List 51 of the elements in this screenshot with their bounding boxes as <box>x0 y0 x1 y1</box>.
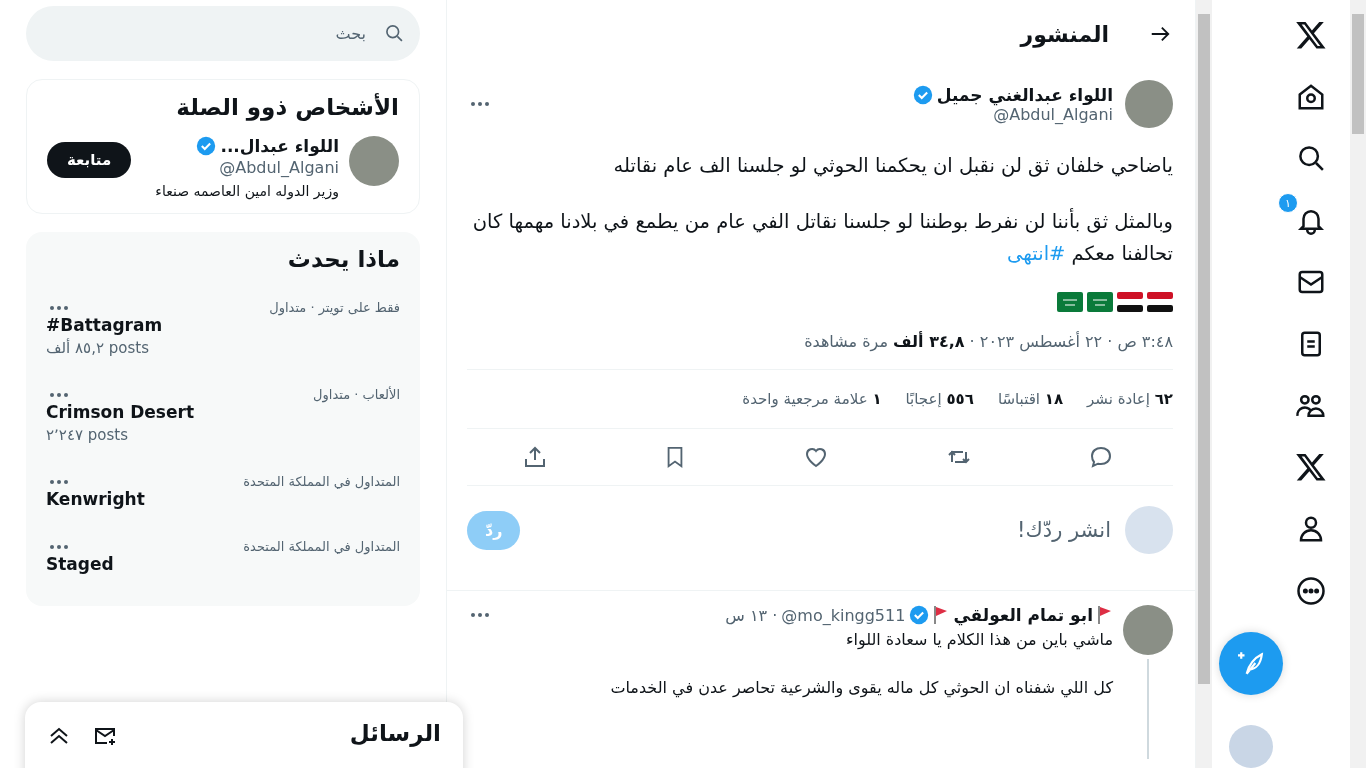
search-icon <box>384 23 404 43</box>
reply-text: كل اللي شفناه ان الحوثي كل ماله يقوى والشرعية تحاصر عدن في الخدمات <box>609 677 1113 700</box>
author-handle[interactable]: @mo_kingg511 <box>781 605 906 625</box>
flag-icon <box>1117 292 1143 312</box>
flag-icon <box>1057 292 1083 312</box>
engagement-stat[interactable]: ٦٢ إعادة نشر <box>1087 390 1173 408</box>
compose-button[interactable] <box>1219 631 1283 695</box>
post-time[interactable]: · ١٣ س <box>725 605 778 625</box>
section-title: الأشخاص ذوو الصلة <box>175 94 399 120</box>
trend-name[interactable]: #Battagram <box>46 315 163 335</box>
share-icon[interactable] <box>523 445 547 469</box>
trend-context: المتداول في المملكة المتحدة <box>243 539 400 554</box>
trend-name[interactable]: Staged <box>46 554 114 574</box>
scrollbar[interactable] <box>1196 0 1212 768</box>
avatar[interactable] <box>349 136 399 186</box>
trend-name[interactable]: Kenwright <box>46 489 145 509</box>
post-text: وبالمثل ثق بأننا لن نفرط بوطننا لو جلسنا نقاتل الفي عام من يطمع في بلادنا مهمها كان تحالفنا معكم #انتهى <box>471 207 1173 267</box>
reply-text: ماشي باين من هذا الكلام يا سعادة اللواء <box>844 629 1113 652</box>
feather-plus-icon <box>1238 650 1264 677</box>
heart-icon[interactable] <box>803 445 829 469</box>
avatar[interactable] <box>1123 605 1173 655</box>
trend-post-count: ٢٬٢٤٧ posts <box>46 426 128 444</box>
section-title: ماذا يحدث <box>286 246 400 272</box>
engagement-stat[interactable]: ١ علامة مرجعية واحدة <box>742 390 882 408</box>
page-title: المنشور <box>1020 21 1109 47</box>
follow-button[interactable]: متابعة <box>47 142 132 178</box>
trend-context: المتداول في المملكة المتحدة <box>243 474 400 489</box>
more-icon[interactable] <box>1296 576 1326 607</box>
scrollbar[interactable] <box>1350 0 1366 768</box>
reply-icon[interactable] <box>1089 445 1113 469</box>
post-text: ياضاحي خلفان ثق لن نقبل ان يحكمنا الحوثي لو جلسنا الف عام نقاتله <box>612 153 1173 179</box>
trend-context: الألعاب · متداول <box>313 387 400 402</box>
author-name[interactable]: اللواء عبدالغني جميل <box>936 84 1113 105</box>
trend-name[interactable]: Crimson Desert <box>46 402 195 422</box>
avatar[interactable] <box>1125 80 1173 128</box>
engagement-stat[interactable]: ١٨ اقتباسًا <box>997 390 1064 408</box>
post-timestamp: ٣:٤٨ ص · ٢٢ أغسطس ٢٠٢٣ · ٣٤,٨ ألف مرة مشاهدة <box>467 332 1173 370</box>
engagement-stat[interactable]: ٥٥٦ إعجابًا <box>905 390 974 408</box>
notification-badge: ١ <box>1278 193 1298 214</box>
trend-context: فقط على تويتر · متداول <box>269 300 400 315</box>
search-field[interactable]: بحث <box>26 6 420 61</box>
flag-icon <box>1147 292 1173 312</box>
author-name[interactable]: ابو تمام العولقي <box>953 605 1093 625</box>
x-logo-icon[interactable] <box>1295 451 1327 484</box>
flag-icon <box>1097 605 1113 625</box>
person-name[interactable]: اللواء عبدال... <box>220 136 339 156</box>
trend-post-count: ٨٥,٢ ألف posts <box>46 339 149 357</box>
person-bio: وزير الدوله امين العاصمه صنعاء <box>154 183 339 199</box>
drawer-title[interactable]: الرسائل <box>349 720 441 746</box>
person-handle[interactable]: @Abdul_Algani <box>141 158 339 177</box>
flag-icon <box>1087 292 1113 312</box>
